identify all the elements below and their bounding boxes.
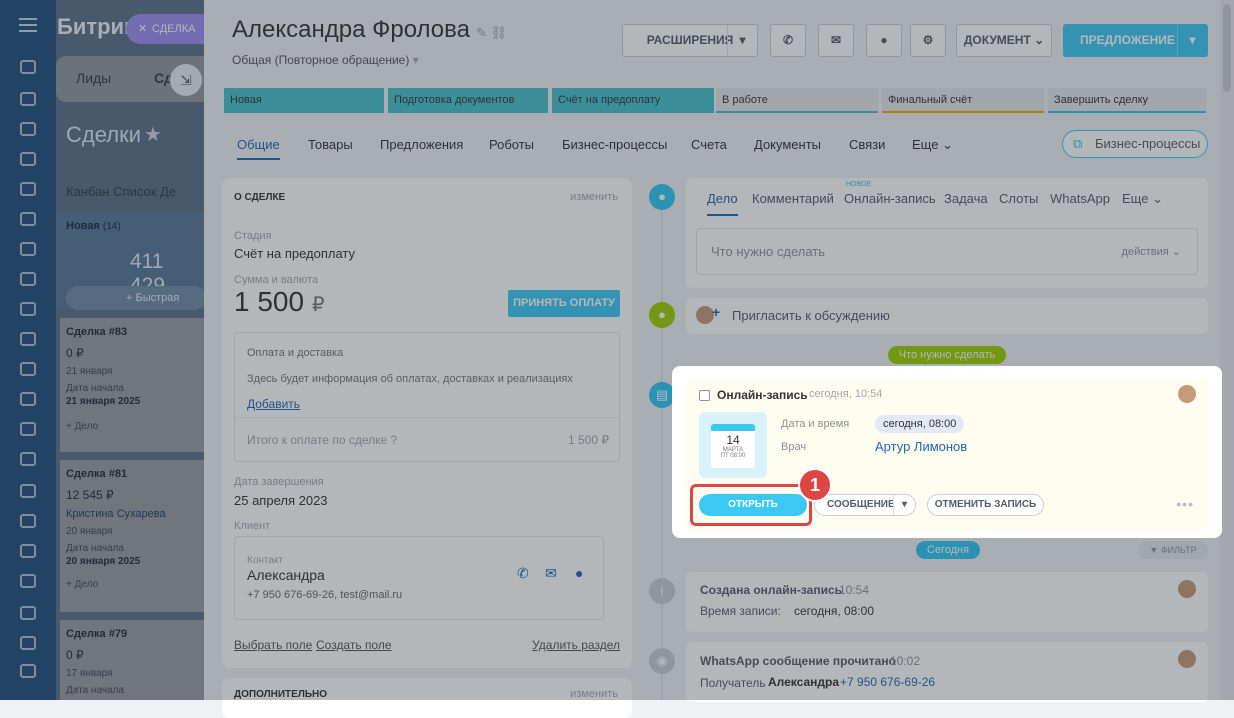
booking-time: сегодня, 10:54 <box>809 388 883 400</box>
doctor-link[interactable]: Артур Лимонов <box>875 439 967 454</box>
open-button-highlight <box>690 484 812 526</box>
cancel-booking-button[interactable]: ОТМЕНИТЬ ЗАПИСЬ <box>927 494 1044 516</box>
step-badge: 1 <box>798 468 832 502</box>
message-button[interactable]: СООБЩЕНИЕ ▾ <box>814 494 916 516</box>
cal-day: 14 <box>726 433 740 447</box>
avatar <box>1178 385 1196 403</box>
cal-time: ПТ 08:00 <box>720 453 746 459</box>
message-label: СООБЩЕНИЕ <box>827 499 895 510</box>
doctor-label: Врач <box>781 441 807 453</box>
chevron-down-icon[interactable]: ▾ <box>893 495 915 515</box>
calendar-icon: 14 МАРТА ПТ 08:00 <box>699 412 767 478</box>
dim-overlay <box>0 0 1234 700</box>
datetime-label: Дата и время <box>781 418 850 430</box>
datetime-value[interactable]: сегодня, 08:00 <box>875 415 965 433</box>
more-icon[interactable]: ••• <box>1176 496 1194 512</box>
booking-checkbox[interactable] <box>699 390 710 401</box>
booking-title: Онлайн-запись <box>717 388 808 402</box>
